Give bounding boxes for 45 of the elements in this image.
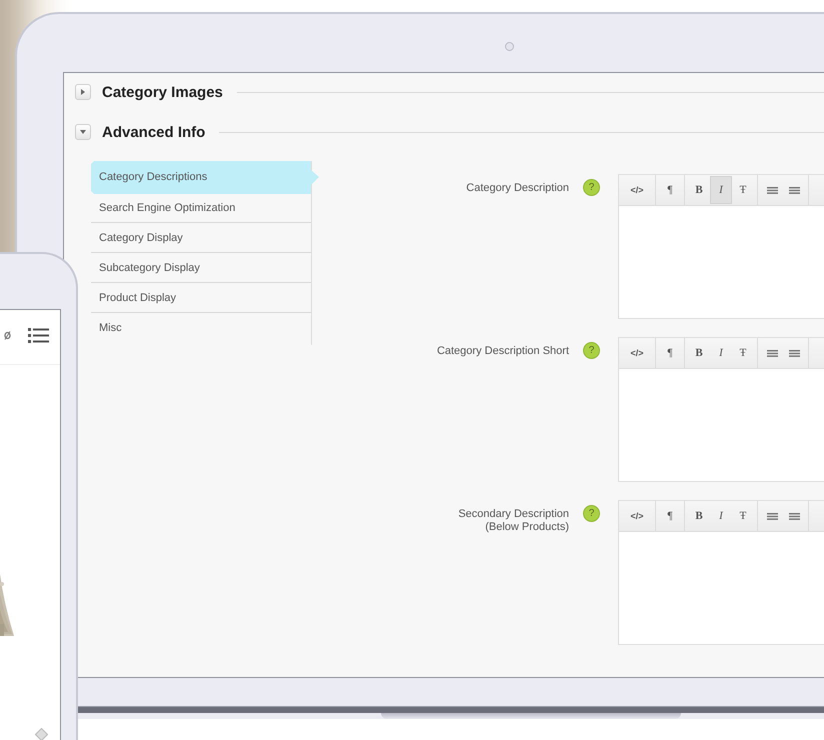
section-title: Advanced Info xyxy=(102,124,206,140)
side-tab[interactable]: Misc xyxy=(91,313,311,343)
bold-button[interactable]: B xyxy=(688,502,710,530)
code-view-button[interactable]: </> xyxy=(622,339,652,367)
list-icon xyxy=(766,350,778,356)
side-tab[interactable]: Category Display xyxy=(91,223,311,253)
pen-icon[interactable] xyxy=(4,331,11,340)
paragraph-button[interactable]: ¶ xyxy=(659,502,681,530)
camera-dot xyxy=(505,42,514,51)
code-view-button[interactable]: </> xyxy=(622,502,652,530)
code-view-button[interactable]: </> xyxy=(622,176,652,204)
paragraph-button[interactable]: ¶ xyxy=(659,339,681,367)
strikethrough-button[interactable]: Ŧ xyxy=(732,176,754,204)
strikethrough-button[interactable]: Ŧ xyxy=(732,339,754,367)
field-label: Category Description Short xyxy=(436,344,569,358)
help-icon[interactable]: ? xyxy=(583,505,600,522)
bold-button[interactable]: B xyxy=(688,339,710,367)
list-icon xyxy=(788,512,800,520)
collapse-toggle[interactable] xyxy=(75,124,91,140)
side-tab[interactable]: Search Engine Optimization xyxy=(91,193,311,223)
paragraph-button[interactable]: ¶ xyxy=(659,176,681,204)
rich-text-editor[interactable]: </> ¶ B I Ŧ xyxy=(618,337,824,482)
side-tab[interactable]: Subcategory Display xyxy=(91,253,311,283)
rich-text-editor[interactable]: </> ¶ B I Ŧ xyxy=(618,500,824,645)
field-label: Secondary Description (Below Products) xyxy=(457,507,569,534)
strikethrough-button[interactable]: Ŧ xyxy=(732,502,754,530)
expand-toggle[interactable] xyxy=(75,84,91,100)
rich-text-editor[interactable]: </> ¶ B I Ŧ xyxy=(618,174,824,319)
list-icon xyxy=(788,186,800,194)
section-title: Category Images xyxy=(102,84,223,100)
caret-icon xyxy=(79,128,87,136)
menu-icon[interactable] xyxy=(28,328,49,343)
help-icon[interactable]: ? xyxy=(583,179,600,196)
help-icon[interactable]: ? xyxy=(583,342,600,359)
italic-button[interactable]: I xyxy=(710,176,732,204)
italic-button[interactable]: I xyxy=(710,339,732,367)
list-icon xyxy=(766,512,778,520)
field-label: Category Description xyxy=(465,181,569,195)
italic-button[interactable]: I xyxy=(710,502,732,530)
caret-icon xyxy=(79,88,87,96)
bold-button[interactable]: B xyxy=(688,176,710,204)
side-tab[interactable]: Category Descriptions xyxy=(91,161,319,194)
side-tab[interactable]: Product Display xyxy=(91,283,311,313)
list-icon xyxy=(766,186,778,194)
list-icon xyxy=(788,350,800,356)
